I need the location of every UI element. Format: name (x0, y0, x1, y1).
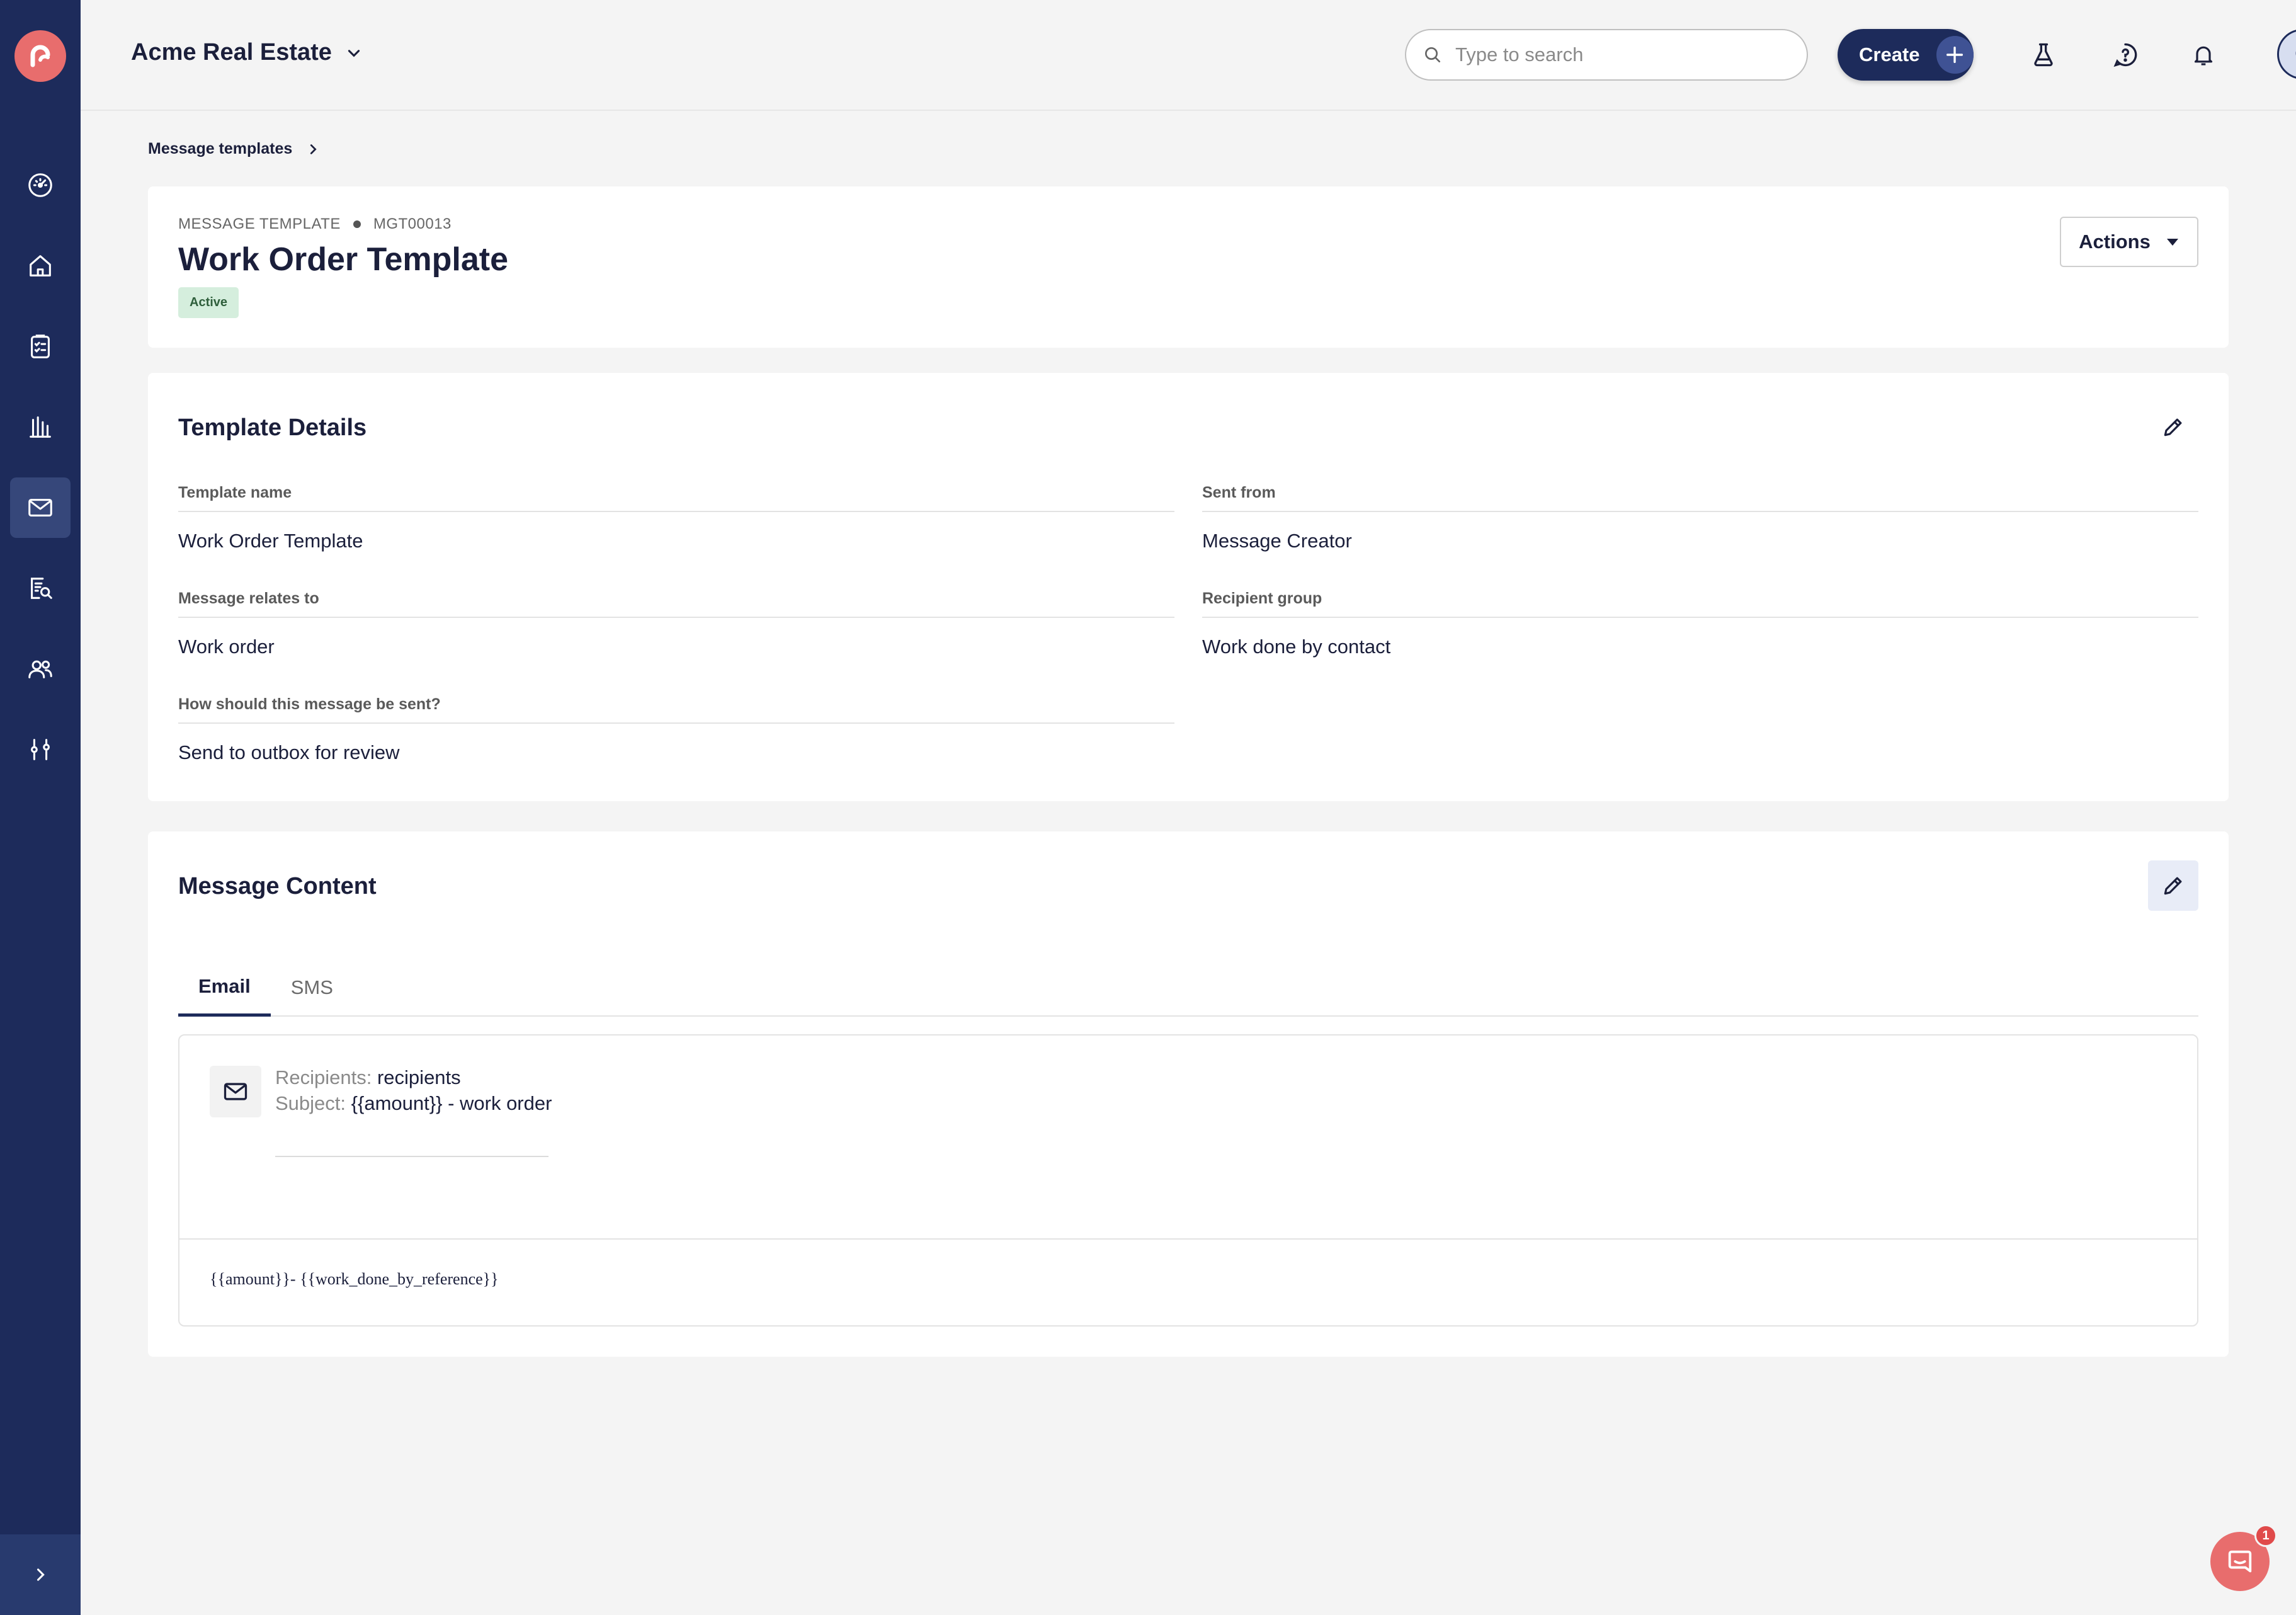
email-body: {{amount}}- {{work_done_by_reference}} (210, 1270, 499, 1288)
status-badge: Active (178, 287, 239, 318)
chevron-down-icon (348, 49, 360, 57)
field-label: How should this message be sent? (178, 695, 1174, 724)
field-label: Sent from (1202, 484, 2198, 512)
field-value: Work Order Template (178, 530, 363, 552)
sidebar-item-tasks[interactable] (10, 316, 71, 377)
sidebar-item-contacts[interactable] (10, 639, 71, 699)
topbar: Acme Real Estate Create G (81, 0, 2296, 111)
mail-icon (210, 1066, 261, 1117)
subject-line: Subject: {{amount}} - work order (275, 1090, 552, 1116)
org-switcher[interactable]: Acme Real Estate (131, 39, 362, 66)
field-message-relates-to: Message relates to Work order (178, 590, 1174, 658)
breadcrumb: Message templates (148, 140, 320, 158)
search-input[interactable] (1455, 43, 1783, 66)
field-value: Message Creator (1202, 530, 1352, 552)
notifications-button[interactable] (2186, 38, 2220, 72)
chat-launcher-button[interactable]: 1 (2210, 1524, 2277, 1591)
sidebar-item-dashboard[interactable] (10, 155, 71, 215)
chevron-right-icon (310, 144, 317, 154)
tab-email[interactable]: Email (178, 959, 271, 1017)
create-button[interactable]: Create (1838, 29, 1974, 81)
subject-value: {{amount}} - work order (351, 1092, 552, 1114)
recipients-line: Recipients: recipients (275, 1064, 552, 1090)
record-meta: MESSAGE TEMPLATE MGT00013 (178, 215, 452, 233)
logo-icon (30, 45, 50, 67)
chevron-right-icon (37, 1568, 45, 1581)
flask-icon (2034, 43, 2053, 67)
app-logo[interactable] (14, 30, 66, 82)
report-search-icon (31, 578, 52, 599)
gauge-icon (28, 173, 52, 197)
field-label: Recipient group (1202, 590, 2198, 618)
tab-sms[interactable]: SMS (271, 959, 353, 1017)
field-send-method: How should this message be sent? Send to… (178, 695, 1174, 764)
sidebar-item-messages[interactable] (10, 477, 71, 538)
org-name: Acme Real Estate (131, 39, 332, 66)
unread-badge: 1 (2254, 1524, 2277, 1547)
field-label: Template name (178, 484, 1174, 512)
sidebar-item-settings[interactable] (10, 719, 71, 780)
sidebar (0, 0, 81, 1615)
caret-down-icon (2166, 239, 2178, 246)
labs-button[interactable] (2026, 38, 2060, 72)
bell-icon (2194, 46, 2213, 66)
plus-icon (1936, 36, 1974, 74)
template-details-card: Template Details Template name Work Orde… (148, 373, 2229, 801)
actions-button[interactable]: Actions (2060, 217, 2198, 267)
field-value: Work order (178, 636, 275, 658)
email-preview: Recipients: recipients Subject: {{amount… (178, 1034, 2198, 1327)
subject-label: Subject: (275, 1092, 346, 1114)
field-sent-from: Sent from Message Creator (1202, 484, 2198, 552)
record-code: MGT00013 (373, 215, 452, 232)
field-value: Send to outbox for review (178, 741, 400, 763)
chat-icon (2228, 1550, 2252, 1573)
pencil-icon (2164, 877, 2182, 895)
columns-icon (30, 416, 51, 438)
clipboard-icon (31, 334, 50, 358)
section-title: Template Details (178, 414, 367, 441)
separator-dot (353, 220, 361, 228)
field-value: Work done by contact (1202, 636, 1391, 658)
record-type: MESSAGE TEMPLATE (178, 215, 341, 232)
search-bar[interactable] (1405, 29, 1808, 81)
actions-button-label: Actions (2079, 231, 2151, 253)
body-divider (179, 1238, 2197, 1240)
field-label: Message relates to (178, 590, 1174, 618)
template-header-card: MESSAGE TEMPLATE MGT00013 Work Order Tem… (148, 186, 2229, 348)
field-template-name: Template name Work Order Template (178, 484, 1174, 552)
people-icon (28, 660, 52, 678)
sidebar-item-reports[interactable] (10, 558, 71, 619)
sliders-icon (31, 739, 50, 760)
email-header: Recipients: recipients Subject: {{amount… (275, 1064, 552, 1116)
message-content-card: Message Content Email SMS Recipients: re… (148, 831, 2229, 1357)
help-icon (2113, 43, 2137, 67)
sidebar-item-properties[interactable] (10, 236, 71, 296)
field-recipient-group: Recipient group Work done by contact (1202, 590, 2198, 658)
content-tabs: Email SMS (178, 959, 2198, 1017)
header-divider (275, 1156, 548, 1157)
create-button-label: Create (1859, 43, 1920, 66)
page-title: Work Order Template (178, 241, 508, 278)
mail-icon (28, 499, 52, 516)
sidebar-expand-button[interactable] (0, 1534, 81, 1615)
edit-details-button[interactable] (2148, 402, 2198, 452)
sidebar-item-accounting[interactable] (10, 397, 71, 457)
user-avatar[interactable]: G (2277, 29, 2296, 79)
search-icon (1425, 47, 1440, 62)
recipients-value: recipients (377, 1066, 461, 1088)
pencil-icon (2164, 418, 2182, 437)
edit-content-button[interactable] (2148, 860, 2198, 911)
help-button[interactable] (2108, 38, 2142, 72)
recipients-label: Recipients: (275, 1066, 372, 1088)
home-icon (30, 255, 51, 277)
breadcrumb-link-message-templates[interactable]: Message templates (148, 140, 292, 158)
section-title: Message Content (178, 873, 377, 899)
